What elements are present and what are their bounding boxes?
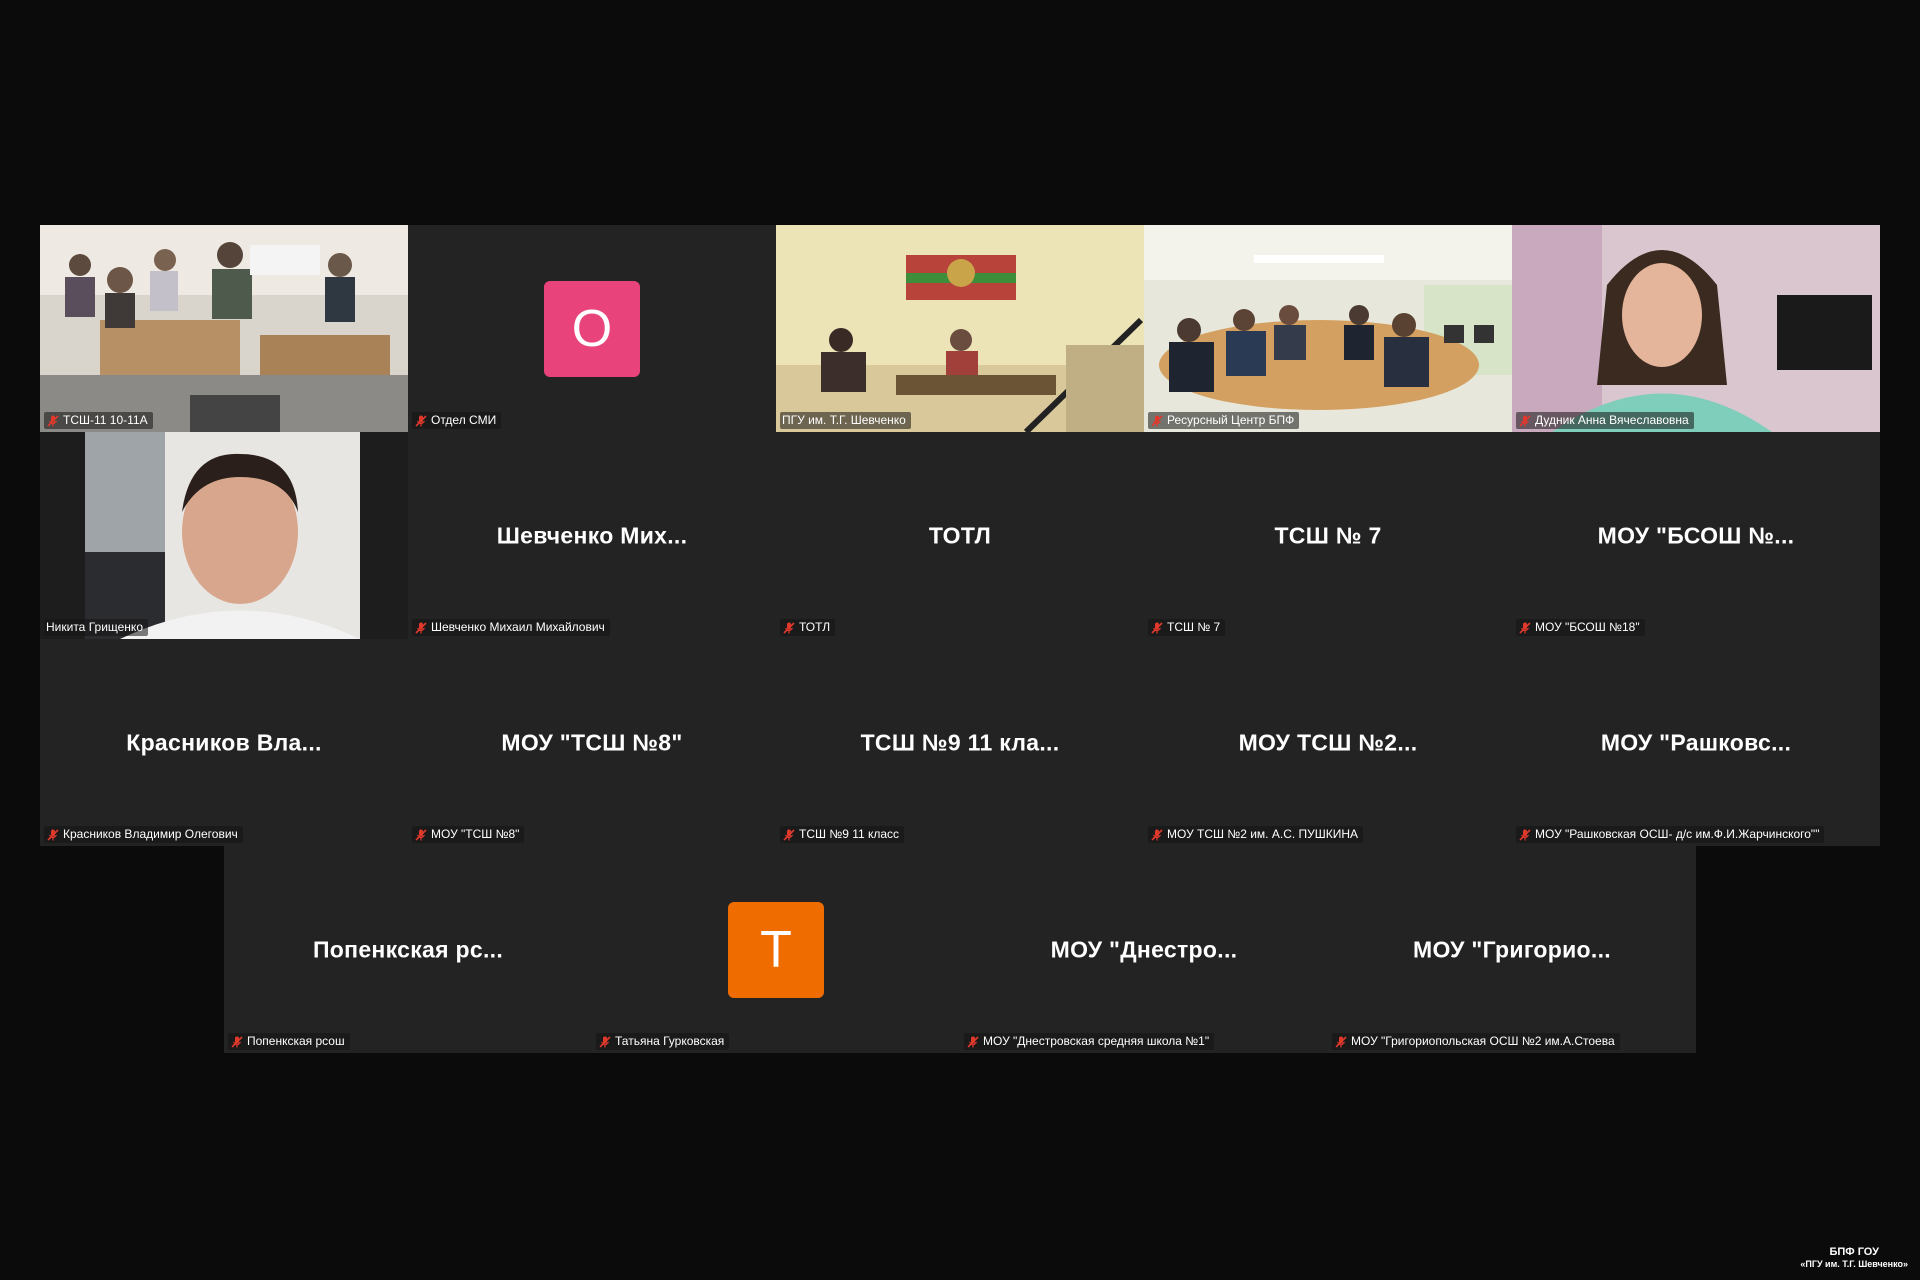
participant-display-name: ТСШ № 7	[1274, 522, 1382, 548]
mic-muted-icon	[47, 828, 59, 841]
participant-name: МОУ "Рашковская ОСШ- д/с им.Ф.И.Жарчинск…	[1535, 827, 1820, 841]
participant-video	[40, 225, 408, 432]
participant-tile[interactable]: Т Татьяна Гурковская	[592, 846, 960, 1053]
participant-label: Дудник Анна Вячеславовна	[1516, 412, 1694, 429]
participant-tile[interactable]: Шевченко Мих... Шевченко Михаил Михайлов…	[408, 432, 776, 639]
mic-muted-icon	[783, 621, 795, 634]
mic-muted-icon	[415, 828, 427, 841]
mic-muted-icon	[1151, 621, 1163, 634]
participant-tile[interactable]: МОУ "Григорио... МОУ "Григориопольская О…	[1328, 846, 1696, 1053]
participant-tile[interactable]: ТОТЛ ТОТЛ	[776, 432, 1144, 639]
participant-name: Татьяна Гурковская	[615, 1034, 725, 1048]
participant-label: ТСШ №9 11 класс	[780, 826, 905, 843]
participant-display-name: МОУ "ТСШ №8"	[501, 729, 683, 755]
participant-name: ТОТЛ	[799, 620, 831, 634]
participant-name: Отдел СМИ	[431, 413, 497, 427]
participant-name: Попенкская рсош	[247, 1034, 345, 1048]
participant-tile[interactable]: МОУ "Рашковс... МОУ "Рашковская ОСШ- д/с…	[1512, 639, 1880, 846]
participant-display-name: МОУ "Рашковс...	[1600, 729, 1792, 755]
participant-label: Попенкская рсош	[228, 1033, 350, 1050]
mic-muted-icon	[1335, 1035, 1347, 1048]
participant-tile[interactable]: МОУ "Днестро... МОУ "Днестровская средня…	[960, 846, 1328, 1053]
participant-video	[776, 225, 1144, 432]
mic-muted-icon	[599, 1035, 611, 1048]
mic-muted-icon	[967, 1035, 979, 1048]
participant-video	[1512, 225, 1880, 432]
participant-label: МОУ "Григориопольская ОСШ №2 им.А.Стоева	[1332, 1033, 1620, 1050]
participant-tile[interactable]: Ресурсный Центр БПФ	[1144, 225, 1512, 432]
participant-display-name: ТОТЛ	[928, 522, 992, 548]
participant-display-name: Попенкская рс...	[312, 936, 504, 962]
participant-name: ПГУ им. Т.Г. Шевченко	[782, 413, 906, 427]
mic-muted-icon	[1519, 414, 1531, 427]
participant-tile[interactable]: МОУ "БСОШ №... МОУ "БСОШ №18"	[1512, 432, 1880, 639]
participant-label: Отдел СМИ	[412, 412, 502, 429]
participant-label: МОУ ТСШ №2 им. А.С. ПУШКИНА	[1148, 826, 1364, 843]
participant-tile[interactable]: ТСШ № 7 ТСШ № 7	[1144, 432, 1512, 639]
participant-label: МОУ "БСОШ №18"	[1516, 619, 1645, 636]
participant-name: Ресурсный Центр БПФ	[1167, 413, 1295, 427]
mic-muted-icon	[415, 621, 427, 634]
participant-display-name: Красников Вла...	[126, 729, 322, 755]
participant-display-name: МОУ ТСШ №2...	[1238, 729, 1418, 755]
participant-label: Татьяна Гурковская	[596, 1033, 730, 1050]
mic-muted-icon	[415, 414, 427, 427]
participant-label: ПГУ им. Т.Г. Шевченко	[780, 412, 911, 429]
participant-display-name: ТСШ №9 11 кла...	[860, 729, 1060, 755]
participant-label: Ресурсный Центр БПФ	[1148, 412, 1300, 429]
participant-name: МОУ "Григориопольская ОСШ №2 им.А.Стоева	[1351, 1034, 1615, 1048]
participant-name: МОУ ТСШ №2 им. А.С. ПУШКИНА	[1167, 827, 1359, 841]
participant-label: ТСШ-11 10-11А	[44, 412, 153, 429]
mic-muted-icon	[231, 1035, 243, 1048]
mic-muted-icon	[783, 828, 795, 841]
mic-muted-icon	[1519, 828, 1531, 841]
participant-label: ТОТЛ	[780, 619, 836, 636]
participant-label: Никита Грищенко	[44, 619, 148, 636]
mic-muted-icon	[1151, 828, 1163, 841]
participant-tile[interactable]: Красников Вла... Красников Владимир Олег…	[40, 639, 408, 846]
participant-tile[interactable]: МОУ ТСШ №2... МОУ ТСШ №2 им. А.С. ПУШКИН…	[1144, 639, 1512, 846]
watermark-line-2: «ПГУ им. Т.Г. Шевченко»	[1800, 1259, 1908, 1269]
participant-name: ТСШ № 7	[1167, 620, 1221, 634]
participant-label: МОУ "Рашковская ОСШ- д/с им.Ф.И.Жарчинск…	[1516, 826, 1825, 843]
participant-label: Шевченко Михаил Михайлович	[412, 619, 610, 636]
mic-muted-icon	[1519, 621, 1531, 634]
participant-tile[interactable]: О Отдел СМИ	[408, 225, 776, 432]
active-speaker-tile[interactable]: Никита Грищенко	[40, 432, 408, 639]
participant-tile[interactable]: ТСШ №9 11 кла... ТСШ №9 11 класс	[776, 639, 1144, 846]
participant-tile[interactable]: Дудник Анна Вячеславовна	[1512, 225, 1880, 432]
watermark-caption: БПФ ГОУ «ПГУ им. Т.Г. Шевченко»	[1800, 1246, 1908, 1270]
participant-name: МОУ "Днестровская средняя школа №1"	[983, 1034, 1210, 1048]
participant-video	[40, 432, 408, 639]
participant-name: ТСШ-11 10-11А	[63, 413, 148, 427]
participant-label: ТСШ № 7	[1148, 619, 1226, 636]
mic-muted-icon	[47, 414, 59, 427]
participant-name: МОУ "ТСШ №8"	[431, 827, 520, 841]
participant-display-name: МОУ "Днестро...	[1050, 936, 1238, 962]
participant-tile[interactable]: ТСШ-11 10-11А	[40, 225, 408, 432]
participant-name: Красников Владимир Олегович	[63, 827, 238, 841]
participant-display-name: Шевченко Мих...	[496, 522, 688, 548]
participant-display-name: МОУ "Григорио...	[1413, 936, 1611, 962]
participant-display-name: МОУ "БСОШ №...	[1597, 522, 1795, 548]
participant-name: МОУ "БСОШ №18"	[1535, 620, 1640, 634]
participant-name: ТСШ №9 11 класс	[799, 827, 900, 841]
participant-video	[1144, 225, 1512, 432]
watermark-line-1: БПФ ГОУ	[1829, 1246, 1879, 1258]
participant-name: Дудник Анна Вячеславовна	[1535, 413, 1689, 427]
participant-name: Никита Грищенко	[46, 620, 143, 634]
participant-label: Красников Владимир Олегович	[44, 826, 243, 843]
mic-muted-icon	[1151, 414, 1163, 427]
participant-label: МОУ "ТСШ №8"	[412, 826, 525, 843]
avatar: Т	[728, 902, 824, 998]
participant-tile[interactable]: Попенкская рс... Попенкская рсош	[224, 846, 592, 1053]
participant-name: Шевченко Михаил Михайлович	[431, 620, 605, 634]
participant-label: МОУ "Днестровская средняя школа №1"	[964, 1033, 1215, 1050]
avatar: О	[544, 281, 640, 377]
participant-tile[interactable]: МОУ "ТСШ №8" МОУ "ТСШ №8"	[408, 639, 776, 846]
participant-tile[interactable]: ПГУ им. Т.Г. Шевченко	[776, 225, 1144, 432]
